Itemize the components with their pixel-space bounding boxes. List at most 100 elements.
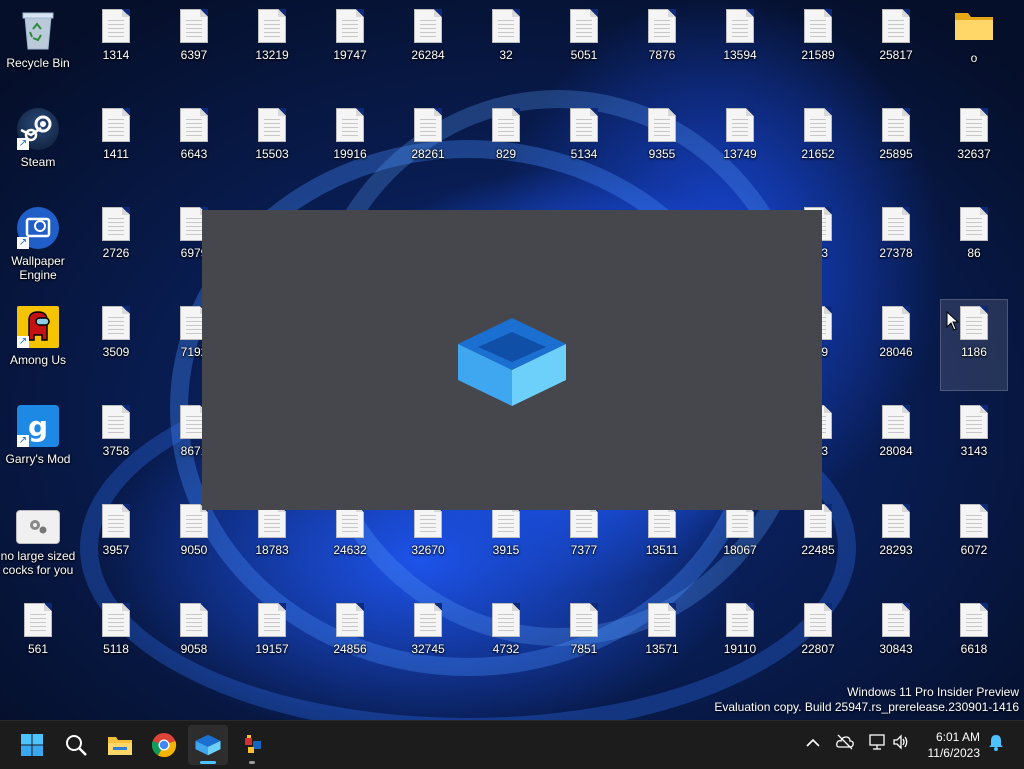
desktop-icon-label: 32637 xyxy=(957,147,991,161)
desktop-file-7876[interactable]: 7876 xyxy=(628,2,696,94)
desktop-file-829[interactable]: 829 xyxy=(472,101,540,193)
desktop-file-2726[interactable]: 2726 xyxy=(82,200,150,292)
desktop-file-6643[interactable]: 6643 xyxy=(160,101,228,193)
desktop-file-13219[interactable]: 13219 xyxy=(238,2,306,94)
desktop-file-13594[interactable]: 13594 xyxy=(706,2,774,94)
garrys-mod-shortcut[interactable]: g ↗ Garry's Mod xyxy=(4,398,72,490)
notification-bell-icon[interactable] xyxy=(988,733,1004,751)
desktop-file-7851[interactable]: 7851 xyxy=(550,596,618,688)
desktop-file-6072[interactable]: 6072 xyxy=(940,497,1008,589)
desktop-folder-o[interactable]: o xyxy=(940,2,1008,94)
desktop-file-28293[interactable]: 28293 xyxy=(862,497,930,589)
shortcut-arrow-icon: ↗ xyxy=(17,138,29,150)
desktop-file-7377[interactable]: 7377 xyxy=(550,497,618,589)
desktop-file-19747[interactable]: 19747 xyxy=(316,2,384,94)
chrome-button[interactable] xyxy=(144,725,184,765)
search-button[interactable] xyxy=(56,725,96,765)
desktop-file-6397[interactable]: 6397 xyxy=(160,2,228,94)
desktop-file-3143[interactable]: 3143 xyxy=(940,398,1008,490)
desktop-icon-label: 24856 xyxy=(333,642,367,656)
desktop-file-22807[interactable]: 22807 xyxy=(784,596,852,688)
desktop-file-3957[interactable]: 3957 xyxy=(82,497,150,589)
desktop-file-3915[interactable]: 3915 xyxy=(472,497,540,589)
desktop-icon-label: 22807 xyxy=(801,642,835,656)
desktop-file-27378[interactable]: 27378 xyxy=(862,200,930,292)
desktop-file-5118[interactable]: 5118 xyxy=(82,596,150,688)
watermark-edition: Windows 11 Pro Insider Preview xyxy=(847,685,1019,699)
desktop-file-25817[interactable]: 25817 xyxy=(862,2,930,94)
desktop-file-24856[interactable]: 24856 xyxy=(316,596,384,688)
desktop-file-1411[interactable]: 1411 xyxy=(82,101,150,193)
desktop-icon-label: 13219 xyxy=(255,48,289,62)
text-file-icon xyxy=(804,108,832,142)
desktop-file-19110[interactable]: 19110 xyxy=(706,596,774,688)
desktop-icon-label: 19747 xyxy=(333,48,367,62)
desktop-file-6618[interactable]: 6618 xyxy=(940,596,1008,688)
desktop-file-4732[interactable]: 4732 xyxy=(472,596,540,688)
desktop-icon-label: 4732 xyxy=(492,642,520,656)
text-file-icon xyxy=(180,9,208,43)
settings-shortcut[interactable]: no large sized cocks for you xyxy=(1,497,75,589)
desktop-file-32745[interactable]: 32745 xyxy=(394,596,462,688)
desktop-file-28084[interactable]: 28084 xyxy=(862,398,930,490)
desktop-file-9355[interactable]: 9355 xyxy=(628,101,696,193)
among-us-shortcut[interactable]: ↗ Among Us xyxy=(4,299,72,391)
volume-icon[interactable] xyxy=(892,733,910,751)
desktop-file-13749[interactable]: 13749 xyxy=(706,101,774,193)
desktop-file-13571[interactable]: 13571 xyxy=(628,596,696,688)
text-file-icon xyxy=(336,108,364,142)
desktop-file-28046[interactable]: 28046 xyxy=(862,299,930,391)
desktop-icon-label: 3758 xyxy=(102,444,130,458)
desktop-file-21652[interactable]: 21652 xyxy=(784,101,852,193)
chevron-up-icon[interactable] xyxy=(806,738,820,748)
desktop-file-18783[interactable]: 18783 xyxy=(238,497,306,589)
system-clock[interactable]: 6:01 AM 11/6/2023 xyxy=(928,729,981,761)
running-app-button[interactable] xyxy=(232,725,272,765)
desktop-file-25895[interactable]: 25895 xyxy=(862,101,930,193)
desktop-file-26284[interactable]: 26284 xyxy=(394,2,462,94)
desktop-file-86[interactable]: 86 xyxy=(940,200,1008,292)
folder-icon xyxy=(108,737,132,755)
desktop-file-1314[interactable]: 1314 xyxy=(82,2,150,94)
desktop-file-3509[interactable]: 3509 xyxy=(82,299,150,391)
wallpaper-engine-shortcut[interactable]: ↗ Wallpaper Engine xyxy=(4,200,72,292)
text-file-icon xyxy=(180,108,208,142)
network-icon[interactable] xyxy=(868,733,886,751)
desktop-file-15503[interactable]: 15503 xyxy=(238,101,306,193)
desktop-file-561[interactable]: 561 xyxy=(4,596,72,688)
desktop-file-19157[interactable]: 19157 xyxy=(238,596,306,688)
desktop-file-32670[interactable]: 32670 xyxy=(394,497,462,589)
shortcut-arrow-icon: ↗ xyxy=(17,435,29,447)
text-file-icon xyxy=(102,207,130,241)
desktop-file-18067[interactable]: 18067 xyxy=(706,497,774,589)
desktop-file-5051[interactable]: 5051 xyxy=(550,2,618,94)
desktop-file-30843[interactable]: 30843 xyxy=(862,596,930,688)
desktop-icon-label: 32670 xyxy=(411,543,445,557)
text-file-icon xyxy=(882,207,910,241)
desktop-file-32637[interactable]: 32637 xyxy=(940,101,1008,193)
desktop-file-22485[interactable]: 22485 xyxy=(784,497,852,589)
desktop-file-3758[interactable]: 3758 xyxy=(82,398,150,490)
text-file-icon xyxy=(180,603,208,637)
file-explorer-button[interactable] xyxy=(100,725,140,765)
desktop-file-5134[interactable]: 5134 xyxy=(550,101,618,193)
desktop-file-9058[interactable]: 9058 xyxy=(160,596,228,688)
text-file-icon xyxy=(648,9,676,43)
desktop-file-19916[interactable]: 19916 xyxy=(316,101,384,193)
desktop-file-28261[interactable]: 28261 xyxy=(394,101,462,193)
text-file-icon xyxy=(726,9,754,43)
recycle-bin-icon[interactable]: Recycle Bin xyxy=(4,2,72,94)
desktop-file-32[interactable]: 32 xyxy=(472,2,540,94)
taskbar: 6:01 AM 11/6/2023 xyxy=(0,720,1024,769)
desktop-file-24632[interactable]: 24632 xyxy=(316,497,384,589)
steam-shortcut[interactable]: ↗ Steam xyxy=(4,101,72,193)
desktop-file-9050[interactable]: 9050 xyxy=(160,497,228,589)
text-file-icon xyxy=(570,108,598,142)
desktop-icon-label: 13749 xyxy=(723,147,757,161)
start-button[interactable] xyxy=(12,725,52,765)
onedrive-icon[interactable] xyxy=(836,733,854,751)
dev-home-button[interactable] xyxy=(188,725,228,765)
desktop-file-13511[interactable]: 13511 xyxy=(628,497,696,589)
app-splash-window[interactable] xyxy=(202,210,822,510)
desktop-file-21589[interactable]: 21589 xyxy=(784,2,852,94)
